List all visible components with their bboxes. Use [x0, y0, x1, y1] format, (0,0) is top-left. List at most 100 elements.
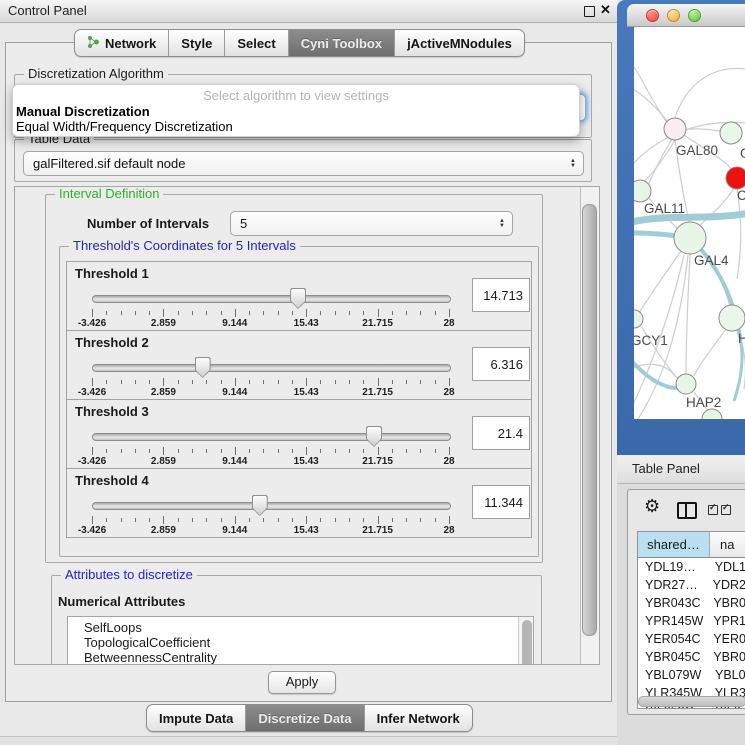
slider-track[interactable]	[92, 433, 451, 441]
table-cell[interactable]: YPR1	[707, 612, 745, 630]
table-cell[interactable]: YER054C	[638, 630, 707, 648]
network-edge[interactable]	[642, 140, 675, 183]
column-header[interactable]: na	[710, 532, 745, 557]
list-scrollbar-thumb[interactable]	[522, 620, 532, 664]
table-row[interactable]: YDR27…YDR2	[638, 576, 745, 594]
combo-stepper-icon: ▲▼	[570, 159, 576, 169]
zoom-traffic-light-icon[interactable]	[688, 9, 701, 22]
tab-cyni-toolbox[interactable]: Cyni Toolbox	[288, 30, 394, 56]
network-edge[interactable]	[638, 251, 681, 315]
table-cell[interactable]: YBR0	[707, 594, 745, 612]
column-header[interactable]: shared…	[638, 532, 710, 557]
node-table[interactable]: shared…na YDL19…YDL1YDR27…YDR2YBR043CYBR…	[637, 531, 745, 709]
slider-handle[interactable]	[252, 495, 268, 516]
slider-tick-labels: -3.4262.8599.14415.4321.71528	[92, 456, 449, 468]
network-edge[interactable]	[675, 68, 745, 118]
combo-stepper-icon: ▲▼	[499, 219, 505, 229]
close-traffic-light-icon[interactable]	[646, 9, 659, 22]
slider-track[interactable]	[92, 364, 451, 372]
tab-discretize-data[interactable]: Discretize Data	[245, 705, 363, 731]
network-node[interactable]	[720, 122, 742, 144]
horizontal-scrollbar-thumb[interactable]	[638, 696, 745, 707]
network-highlight-edge[interactable]	[734, 337, 742, 401]
tab-jactivemnodules[interactable]: jActiveMNodules	[394, 30, 524, 56]
network-node[interactable]	[726, 167, 745, 189]
slider-handle[interactable]	[366, 426, 382, 447]
table-cell[interactable]: YDL1	[709, 558, 745, 576]
numerical-attributes-list[interactable]: SelfLoopsTopologicalCoefficientBetweenne…	[67, 616, 534, 664]
settings-scrollbar-thumb[interactable]	[582, 204, 597, 636]
tab-style[interactable]: Style	[168, 30, 224, 56]
attribute-item[interactable]: BetweennessCentrality	[68, 650, 533, 664]
table-row[interactable]: YER054CYER0	[638, 630, 745, 648]
table-cell[interactable]: YBR045C	[638, 648, 707, 666]
checkbox-icon[interactable]	[721, 505, 731, 515]
minimize-traffic-light-icon[interactable]	[667, 9, 680, 22]
slider-handle[interactable]	[195, 357, 211, 378]
checkbox-icon[interactable]	[708, 505, 718, 515]
network-node[interactable]	[719, 305, 745, 331]
table-data-combobox[interactable]: galFiltered.sif default node ▲▼	[23, 151, 584, 176]
tab-select[interactable]: Select	[224, 30, 287, 56]
dropdown-option[interactable]: Manual Discretization	[13, 104, 579, 119]
threshold-slider[interactable]: -3.4262.8599.14415.4321.71528	[92, 357, 449, 399]
table-row[interactable]: YDL19…YDL1	[638, 558, 745, 576]
network-node[interactable]	[702, 409, 722, 419]
slider-track[interactable]	[92, 295, 451, 303]
apply-button[interactable]: Apply	[268, 671, 336, 694]
tab-network[interactable]: Network	[75, 30, 168, 56]
table-cell[interactable]: YER0	[707, 630, 745, 648]
table-cell[interactable]: YBR0	[707, 648, 745, 666]
numerical-attributes-label: Numerical Attributes	[58, 594, 185, 609]
top-tabstrip: NetworkStyleSelectCyni ToolboxjActiveMNo…	[74, 29, 525, 57]
network-node[interactable]	[664, 118, 686, 140]
network-node[interactable]	[634, 310, 643, 328]
network-edge[interactable]	[686, 254, 690, 374]
threshold-slider[interactable]: -3.4262.8599.14415.4321.71528	[92, 495, 449, 537]
threshold-slider[interactable]: -3.4262.8599.14415.4321.71528	[92, 426, 449, 468]
columns-icon[interactable]	[677, 502, 697, 519]
threshold-value-field[interactable]: 14.713	[472, 278, 530, 312]
threshold-slider[interactable]: -3.4262.8599.14415.4321.71528	[92, 288, 449, 330]
threshold-value-field[interactable]: 11.344	[472, 485, 530, 519]
threshold-value-field[interactable]: 21.4	[472, 416, 530, 450]
network-node[interactable]	[674, 222, 706, 254]
threshold-value-field[interactable]: 6.316	[472, 347, 530, 381]
table-cell[interactable]: YBL079W	[638, 666, 709, 684]
table-row[interactable]: YPR145WYPR1	[638, 612, 745, 630]
close-icon[interactable]: ✕	[600, 2, 611, 18]
float-window-icon[interactable]	[584, 6, 595, 17]
network-edge[interactable]	[694, 329, 726, 376]
network-graph: GAL80GACGAL11GAL4GCY1HHAP2	[634, 27, 745, 419]
table-row[interactable]: YBR043CYBR0	[638, 594, 745, 612]
interval-definition-label: Interval Definition	[55, 187, 163, 201]
network-canvas[interactable]: GAL80GACGAL11GAL4GCY1HHAP2	[634, 27, 745, 419]
tab-infer-network[interactable]: Infer Network	[364, 705, 472, 731]
tab-impute-data[interactable]: Impute Data	[147, 705, 245, 731]
table-data-combo-value: galFiltered.sif default node	[33, 156, 185, 171]
table-cell[interactable]: YDR27…	[638, 576, 707, 594]
table-row[interactable]: YBL079WYBL0	[638, 666, 745, 684]
app-root: Control Panel ✕ NetworkStyleSelectCyni T…	[0, 0, 745, 745]
table-cell[interactable]: YBR043C	[638, 594, 707, 612]
threshold-panel: Threshold 1 -3.4262.8599.14415.4321.7152…	[66, 261, 532, 331]
table-cell[interactable]: YDL19…	[638, 558, 709, 576]
table-cell[interactable]: YPR145W	[638, 612, 707, 630]
attribute-item[interactable]: TopologicalCoefficient	[68, 635, 533, 650]
table-cell[interactable]: YDR2	[707, 576, 745, 594]
network-window-titlebar[interactable]	[627, 4, 745, 27]
network-edge[interactable]	[698, 188, 734, 227]
network-node[interactable]	[634, 180, 651, 202]
network-node[interactable]	[676, 374, 696, 394]
gear-icon[interactable]: ⚙	[644, 496, 660, 517]
table-row[interactable]: YBR045CYBR0	[638, 648, 745, 666]
attribute-item[interactable]: SelfLoops	[68, 620, 533, 635]
slider-handle[interactable]	[290, 288, 306, 309]
list-scrollbar[interactable]	[518, 617, 533, 664]
dropdown-option[interactable]: Equal Width/Frequency Discretization	[13, 119, 579, 134]
table-cell[interactable]: YBL0	[709, 666, 745, 684]
num-intervals-combobox[interactable]: 5 ▲▼	[230, 211, 513, 236]
settings-scrollbar[interactable]	[581, 187, 599, 664]
num-intervals-value: 5	[240, 216, 247, 231]
slider-track[interactable]	[92, 502, 451, 510]
